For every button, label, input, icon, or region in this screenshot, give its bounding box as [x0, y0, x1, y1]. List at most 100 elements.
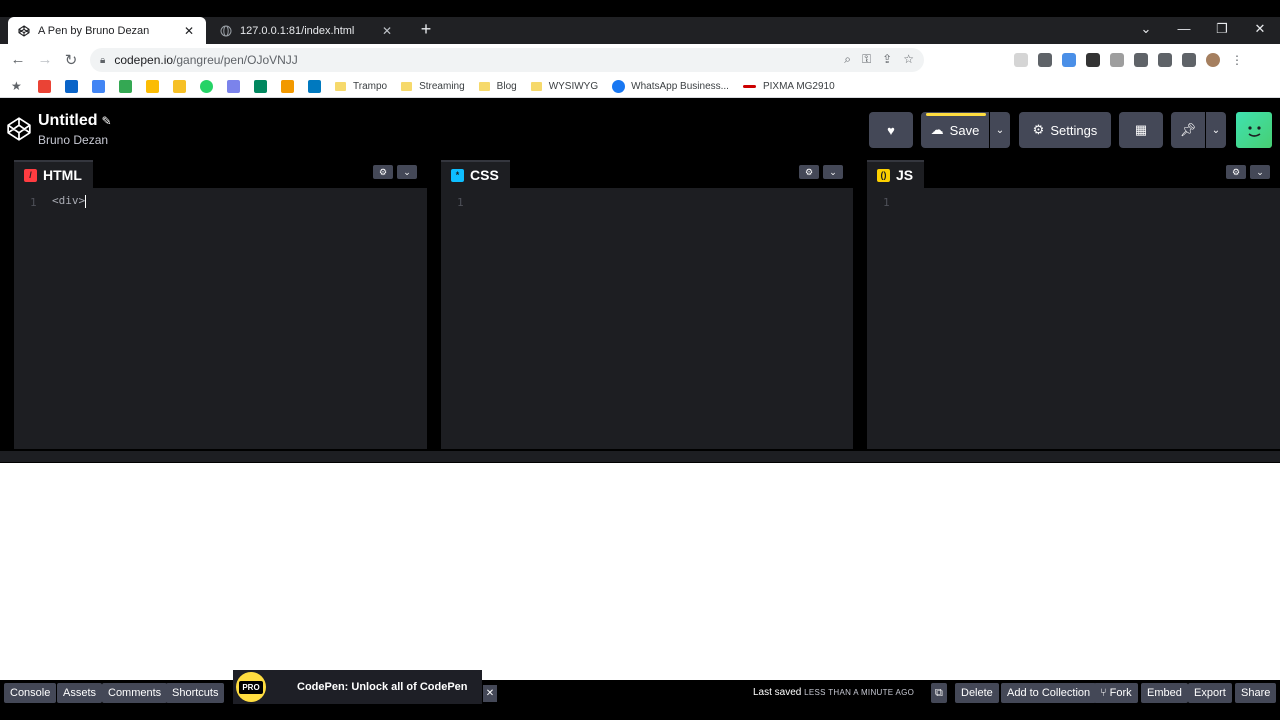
tab-title: A Pen by Bruno Dezan: [38, 24, 150, 37]
close-tab-icon[interactable]: ✕: [182, 24, 196, 38]
shortcuts-button[interactable]: Shortcuts: [166, 683, 225, 703]
menu-kebab-icon[interactable]: ⋮: [1230, 53, 1244, 67]
close-promo-icon[interactable]: ✕: [483, 685, 497, 702]
preview-resize-handle[interactable]: [0, 451, 1280, 463]
bookmark-star-icon[interactable]: ☆: [903, 52, 914, 67]
browser-tab-codepen[interactable]: A Pen by Bruno Dezan ✕: [8, 17, 206, 44]
css-collapse-chevron-icon[interactable]: ⌄: [823, 165, 843, 179]
change-view-button[interactable]: ▦: [1119, 112, 1163, 148]
profile-avatar[interactable]: [1206, 53, 1220, 67]
js-editor[interactable]: () JS ⚙ ⌄ 1: [867, 156, 1280, 449]
save-options-dropdown[interactable]: ⌄: [990, 112, 1010, 148]
text-cursor: [85, 194, 87, 208]
folder-icon: [401, 82, 413, 91]
add-to-collection-button[interactable]: Add to Collection: [1001, 683, 1097, 703]
promo-text: CodePen: Unlock all of CodePen: [297, 681, 468, 693]
bookmark-whatsapp-business[interactable]: WhatsApp Business...: [612, 80, 729, 93]
editor-header: * CSS ⚙ ⌄: [441, 156, 853, 188]
reload-icon[interactable]: ↻: [62, 51, 80, 69]
code-line[interactable]: <div>: [52, 194, 87, 208]
preview-pane[interactable]: [0, 463, 1280, 680]
extension-blue-icon[interactable]: [1062, 53, 1076, 67]
play-store-icon[interactable]: [254, 80, 267, 93]
fork-button[interactable]: ⑂ Fork: [1094, 683, 1138, 703]
bookmark-blog[interactable]: Blog: [478, 81, 517, 92]
minimize-icon[interactable]: —: [1174, 21, 1194, 36]
codepen-footer: Console Assets Comments Shortcuts PRO Co…: [0, 670, 1280, 720]
photos-icon[interactable]: [146, 80, 159, 93]
analytics-icon[interactable]: [281, 80, 294, 93]
line-number: 1: [30, 196, 37, 209]
pen-author[interactable]: Bruno Dezan: [38, 133, 108, 147]
pencil-edit-icon[interactable]: ✎: [102, 114, 112, 128]
outlook-icon[interactable]: [65, 80, 78, 93]
bookmark-trampo[interactable]: Trampo: [335, 81, 387, 92]
extension-cast-icon[interactable]: [1014, 53, 1028, 67]
drive-icon[interactable]: [119, 80, 132, 93]
console-button[interactable]: Console: [4, 683, 57, 703]
keep-icon[interactable]: [173, 80, 186, 93]
pro-promo-banner[interactable]: PRO CodePen: Unlock all of CodePen: [233, 670, 482, 704]
restore-icon[interactable]: ❐: [1212, 21, 1232, 37]
share-button[interactable]: Share: [1235, 683, 1277, 703]
open-external-button[interactable]: ⧉: [931, 683, 947, 703]
new-tab-plus-icon[interactable]: +: [416, 19, 436, 40]
html-settings-gear-icon[interactable]: ⚙: [373, 165, 393, 179]
pin-options-dropdown[interactable]: ⌄: [1206, 112, 1226, 148]
pen-title[interactable]: Untitled ✎: [38, 112, 112, 130]
embed-button[interactable]: Embed: [1141, 683, 1188, 703]
gmail-icon[interactable]: [38, 80, 51, 93]
bookmark-wysiwyg[interactable]: WYSIWYG: [530, 81, 598, 92]
reading-list-icon[interactable]: [1158, 53, 1172, 67]
share-icon[interactable]: ⇪: [882, 52, 892, 67]
assets-button[interactable]: Assets: [57, 683, 103, 703]
pin-button[interactable]: 📌︎: [1171, 112, 1205, 148]
close-window-icon[interactable]: ✕: [1250, 21, 1270, 37]
chevron-down-icon: ⌄: [1211, 124, 1221, 136]
settings-button[interactable]: ⚙ Settings: [1019, 112, 1111, 148]
tab-css[interactable]: * CSS: [441, 160, 510, 188]
css-editor[interactable]: * CSS ⚙ ⌄ 1: [441, 156, 853, 449]
url-path: /gangreu/pen/OJoVNJJ: [173, 53, 298, 67]
heart-icon: ♥: [887, 122, 895, 138]
browser-tab-localhost[interactable]: 127.0.0.1:81/index.html ✕: [210, 17, 404, 44]
back-arrow-icon[interactable]: ←: [9, 51, 27, 68]
side-panel-icon[interactable]: [1182, 53, 1196, 67]
delete-button[interactable]: Delete: [955, 683, 999, 703]
love-button[interactable]: ♥: [869, 112, 913, 148]
tab-search-chevron-icon[interactable]: ⌄: [1136, 21, 1156, 37]
camera-icon[interactable]: [1110, 53, 1124, 67]
whatsapp-icon[interactable]: [200, 80, 213, 93]
editor-header: / HTML ⚙ ⌄: [14, 156, 427, 188]
puzzle-extensions-icon[interactable]: [1134, 53, 1148, 67]
js-collapse-chevron-icon[interactable]: ⌄: [1250, 165, 1270, 179]
save-button[interactable]: ☁ Save: [921, 112, 989, 148]
tab-html[interactable]: / HTML: [14, 160, 93, 188]
forward-arrow-icon[interactable]: →: [36, 51, 54, 68]
teams-icon[interactable]: [227, 80, 240, 93]
address-bar[interactable]: 🔒︎ codepen.io/gangreu/pen/OJoVNJJ ⌕ ⚿ ⇪ …: [90, 48, 924, 72]
extension-dark-icon[interactable]: [1086, 53, 1100, 67]
bookmark-star-icon[interactable]: ★: [11, 80, 24, 93]
codepen-logo-icon[interactable]: [6, 116, 32, 142]
editor-header: () JS ⚙ ⌄: [867, 156, 1280, 188]
tab-js[interactable]: () JS: [867, 160, 925, 188]
css-settings-gear-icon[interactable]: ⚙: [799, 165, 819, 179]
trello-icon[interactable]: [308, 80, 321, 93]
extension-pen-icon[interactable]: [1038, 53, 1052, 67]
calendar-icon[interactable]: [92, 80, 105, 93]
js-settings-gear-icon[interactable]: ⚙: [1226, 165, 1246, 179]
bookmark-streaming[interactable]: Streaming: [401, 81, 465, 92]
external-link-icon: ⧉: [935, 686, 943, 699]
browser-toolbar: ← → ↻ 🔒︎ codepen.io/gangreu/pen/OJoVNJJ …: [0, 44, 1280, 76]
js-lang-icon: (): [877, 168, 890, 182]
user-avatar[interactable]: [1236, 112, 1272, 148]
close-tab-icon[interactable]: ✕: [380, 24, 394, 38]
zoom-search-icon[interactable]: ⌕: [844, 52, 851, 67]
export-button[interactable]: Export: [1188, 683, 1232, 703]
comments-button[interactable]: Comments: [102, 683, 168, 703]
html-collapse-chevron-icon[interactable]: ⌄: [397, 165, 417, 179]
html-editor[interactable]: / HTML ⚙ ⌄ 1 <div>: [14, 156, 427, 449]
key-icon[interactable]: ⚿: [862, 52, 871, 67]
bookmark-pixma[interactable]: PIXMA MG2910: [742, 81, 835, 92]
